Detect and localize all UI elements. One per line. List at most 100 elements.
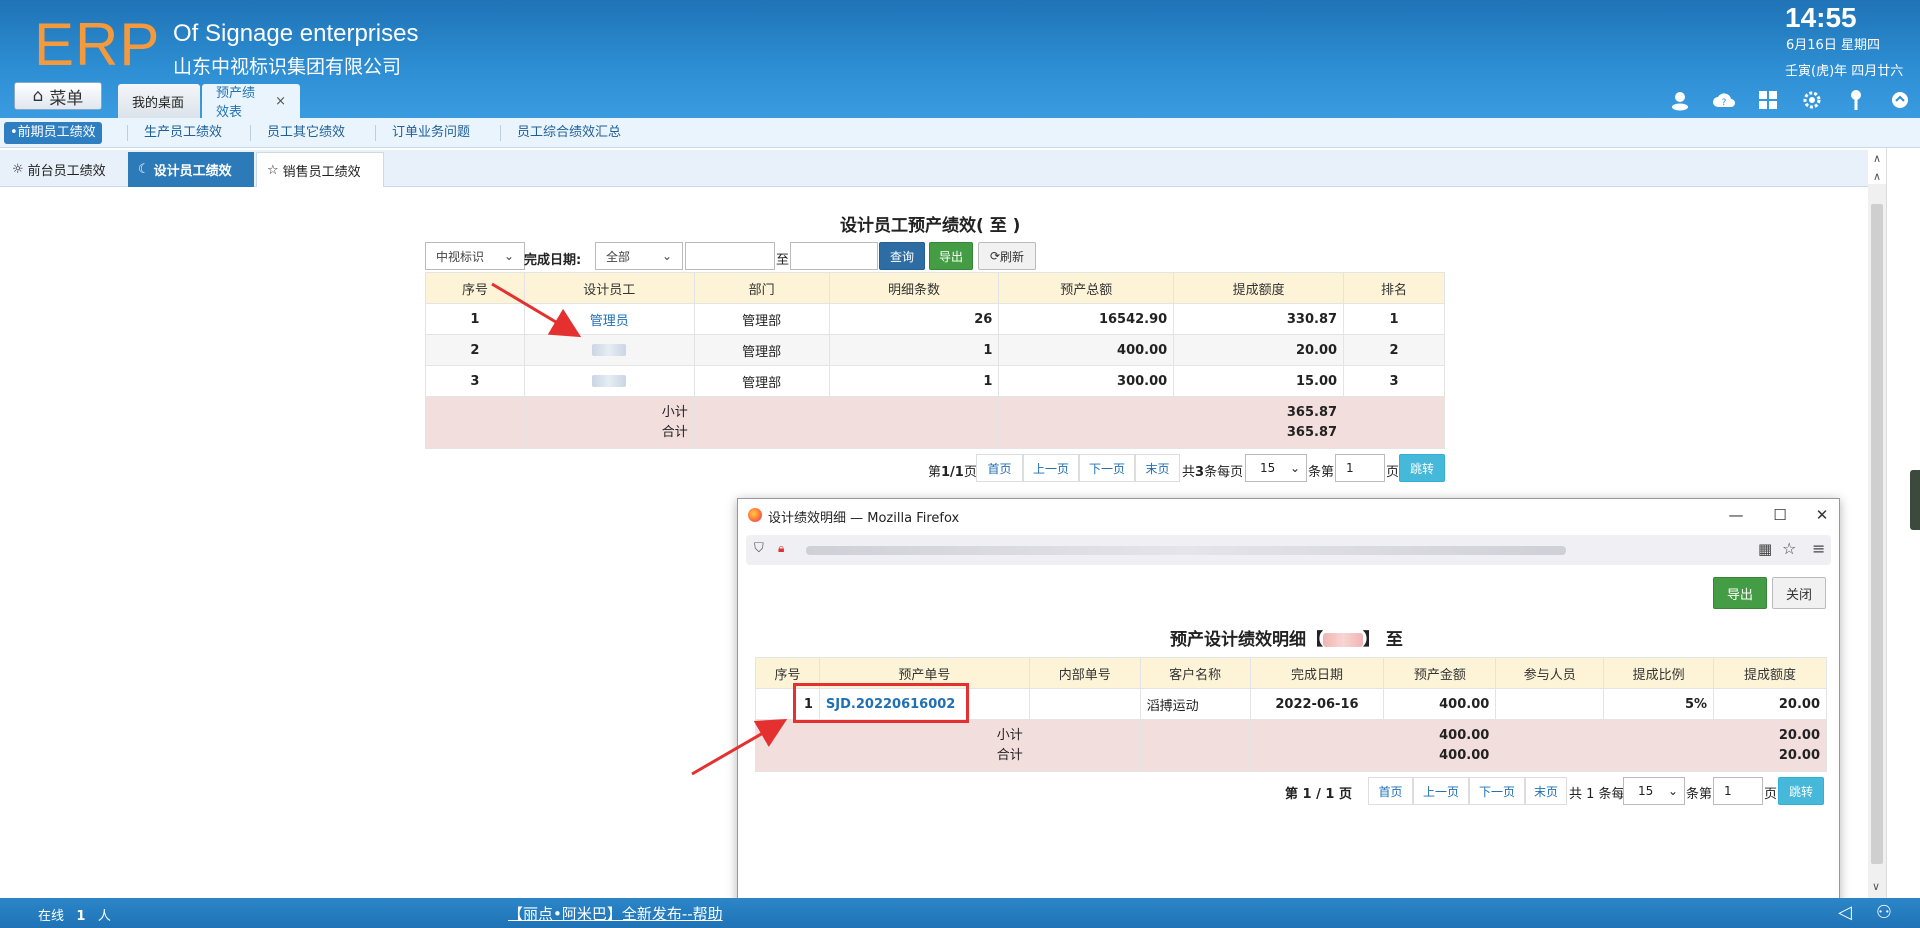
subnav-production-staff[interactable]: 生产员工绩效 (138, 122, 228, 144)
scrollbar-thumb[interactable] (1871, 204, 1883, 864)
redacted-staff-name[interactable] (592, 344, 627, 356)
popup-pager-jump-prefix: 条第 (1686, 787, 1713, 802)
volume-icon[interactable]: ◁ (1838, 902, 1852, 923)
total-label: 合计 (661, 424, 688, 440)
tab-label: 销售员工绩效 (282, 164, 361, 180)
subtotal-value: 365.87 (1286, 404, 1338, 420)
refresh-icon: ⟳ (989, 249, 1001, 263)
online-users: 在线 1 人 (38, 909, 111, 924)
side-panel-handle[interactable] (1910, 470, 1920, 530)
total-value: 365.87 (1286, 424, 1338, 440)
table-header-row: 序号 设计员工 部门 明细条数 预产总额 提成额度 排名 (425, 272, 1445, 304)
query-button[interactable]: 查询 (879, 242, 925, 270)
cell-no: 1 (425, 303, 525, 335)
pager-jump-suffix: 页 (1386, 465, 1400, 480)
popup-export-button[interactable]: 导出 (1713, 577, 1767, 609)
popup-last-page-button[interactable]: 末页 (1525, 777, 1567, 805)
table-row: 3 管理部 1 300.00 15.00 3 (425, 365, 1445, 397)
lock-icon[interactable]: 🔒︎ (778, 541, 784, 556)
end-date-input[interactable] (790, 242, 878, 270)
moon-icon: ☾ (138, 162, 150, 177)
hamburger-menu-icon[interactable]: ≡ (1812, 539, 1825, 558)
pager-count-info: 共3条每页 (1182, 465, 1244, 480)
scroll-up-icon[interactable]: ∧ (1873, 152, 1881, 165)
shield-icon[interactable]: ⛉ (754, 541, 764, 556)
cell-dept: 管理部 (693, 303, 830, 335)
prev-page-button[interactable]: 上一页 (1023, 454, 1079, 482)
subnav-other-staff[interactable]: 员工其它绩效 (261, 122, 351, 144)
cell-total: 16542.90 (998, 303, 1175, 335)
menu-button[interactable]: ⌂ 菜单 (14, 82, 102, 110)
redacted-staff-name[interactable] (592, 375, 627, 387)
next-page-button[interactable]: 下一页 (1079, 454, 1135, 482)
close-icon[interactable]: × (275, 94, 286, 109)
subnav-summary[interactable]: 员工综合绩效汇总 (511, 122, 627, 144)
star-icon[interactable]: ☆ (1782, 539, 1796, 558)
key-icon[interactable] (1844, 88, 1868, 112)
scroll-down-icon[interactable]: ∨ (1872, 880, 1880, 893)
cell-rank: 3 (1343, 365, 1445, 397)
popup-prev-page-button[interactable]: 上一页 (1413, 777, 1469, 805)
popup-first-page-button[interactable]: 首页 (1368, 777, 1413, 805)
cloud-help-icon[interactable]: ? (1712, 88, 1736, 112)
start-date-input[interactable] (685, 242, 775, 270)
summary-row: 小计 合计 400.00 400.00 20.00 20.00 (755, 719, 1827, 772)
jump-button[interactable]: 跳转 (1399, 454, 1445, 482)
home-icon: ⌂ (32, 86, 44, 106)
brand-english: Of Signage enterprises (173, 20, 419, 47)
divider (500, 125, 501, 141)
vertical-scrollbar[interactable] (1868, 184, 1886, 898)
qr-code-icon[interactable]: ▦ (1758, 540, 1772, 558)
cell-count: 26 (828, 303, 1000, 335)
refresh-button[interactable]: ⟳ 刷新 (978, 242, 1036, 270)
cell-no: 2 (425, 334, 525, 366)
tab-forecast-performance[interactable]: 预产绩效表 × (202, 84, 300, 120)
subnav-early-staff[interactable]: •前期员工绩效 (4, 122, 102, 144)
maximize-icon[interactable]: ☐ (1768, 503, 1792, 527)
first-page-button[interactable]: 首页 (976, 454, 1023, 482)
close-icon[interactable]: ✕ (1810, 503, 1834, 527)
popup-close-button[interactable]: 关闭 (1772, 577, 1826, 609)
cell-people (1495, 688, 1605, 720)
scroll-up-icon[interactable]: ∧ (1873, 170, 1881, 183)
cell-rank: 1 (1343, 303, 1445, 335)
popup-jump-button[interactable]: 跳转 (1778, 777, 1824, 805)
user-icon[interactable] (1668, 88, 1692, 112)
tab-label: 前台员工绩效 (27, 164, 106, 179)
header-toolbar: ? (1668, 88, 1912, 112)
popup-page-number-input[interactable]: 1 (1713, 777, 1763, 805)
last-page-button[interactable]: 末页 (1135, 454, 1180, 482)
export-button[interactable]: 导出 (929, 242, 973, 270)
company-select-value: 中视标识 (436, 249, 485, 264)
column-header: 提成额度 (1713, 657, 1827, 689)
address-bar[interactable]: ⛉ 🔒︎ ▦ ☆ ≡ (746, 535, 1831, 565)
table-row: 2 管理部 1 400.00 20.00 2 (425, 334, 1445, 366)
report-title: 设计员工预产绩效( 至 ) (840, 216, 1021, 236)
company-select[interactable]: 中视标识 ⌄ (425, 242, 525, 270)
popup-per-page-select[interactable]: 15 ⌄ (1623, 777, 1685, 805)
tab-my-desktop[interactable]: 我的桌面 (118, 84, 200, 118)
apps-icon[interactable] (1756, 88, 1780, 112)
popup-report-title: 预产设计绩效明细【】 至 (1170, 630, 1403, 650)
clock-lunar-date: 壬寅(虎)年 四月廿六 (1785, 64, 1904, 79)
page-number-input[interactable]: 1 (1335, 454, 1385, 482)
pager-jump-prefix: 条第 (1308, 465, 1335, 480)
settings-icon[interactable] (1800, 88, 1824, 112)
collapse-icon[interactable] (1888, 88, 1912, 112)
popup-next-page-button[interactable]: 下一页 (1469, 777, 1525, 805)
announcement-marquee[interactable]: 【丽点•阿米巴】全新发布--帮助 (508, 903, 736, 924)
users-icon[interactable]: ⚇ (1876, 902, 1892, 923)
staff-name-link[interactable]: 管理员 (590, 314, 629, 329)
per-page-select[interactable]: 15 ⌄ (1245, 454, 1307, 482)
column-header: 设计员工 (523, 272, 695, 304)
tab-design-staff[interactable]: ☾ 设计员工绩效 (128, 152, 254, 187)
cell-inner-no (1028, 688, 1141, 720)
date-range-select[interactable]: 全部 ⌄ (595, 242, 683, 270)
minimize-icon[interactable]: — (1724, 503, 1748, 527)
tab-sales-staff[interactable]: ☆ 销售员工绩效 (256, 152, 384, 187)
cell-ratio: 5% (1603, 688, 1715, 720)
erp-logo: ERP (34, 11, 161, 78)
tab-front-desk[interactable]: ☼ 前台员工绩效 (2, 152, 126, 187)
cell-no: 3 (425, 365, 525, 397)
subnav-order-issues[interactable]: 订单业务问题 (386, 122, 476, 144)
